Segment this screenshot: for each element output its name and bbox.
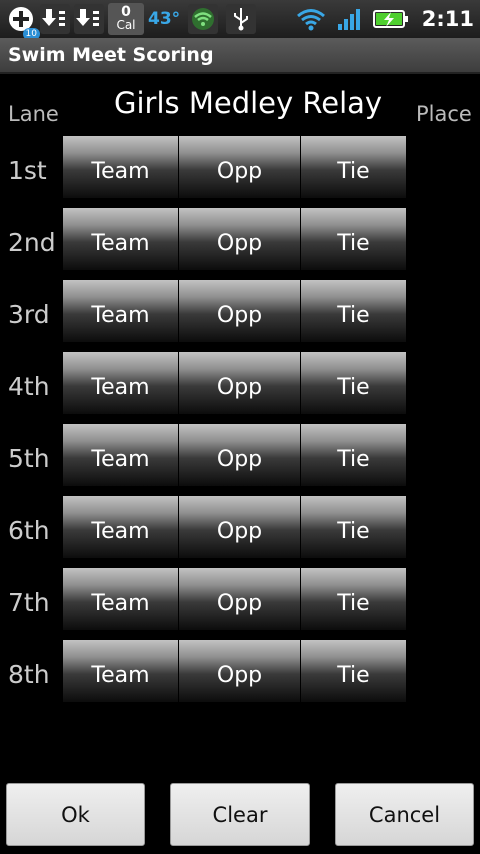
calendar-icon: 0 Cal bbox=[108, 3, 144, 35]
lane-label: 3rd bbox=[8, 300, 50, 329]
lane-label: 2nd bbox=[8, 228, 56, 257]
opp-button[interactable]: Opp bbox=[178, 640, 300, 702]
clear-button[interactable]: Clear bbox=[170, 783, 310, 846]
cancel-button[interactable]: Cancel bbox=[335, 783, 474, 846]
wifi-icon bbox=[296, 4, 326, 34]
lane-label: 4th bbox=[8, 372, 50, 401]
tie-button[interactable]: Tie bbox=[300, 136, 406, 198]
calendar-label: Cal bbox=[116, 18, 136, 32]
place-row-4th: 4th Team Opp Tie bbox=[0, 352, 480, 416]
team-button[interactable]: Team bbox=[62, 424, 178, 486]
opp-button[interactable]: Opp bbox=[178, 496, 300, 558]
lane-label: 8th bbox=[8, 660, 50, 689]
team-button[interactable]: Team bbox=[62, 496, 178, 558]
tie-button[interactable]: Tie bbox=[300, 424, 406, 486]
tie-button[interactable]: Tie bbox=[300, 208, 406, 270]
wifi-hotspot-icon bbox=[188, 4, 219, 34]
place-row-1st: 1st Team Opp Tie bbox=[0, 136, 480, 200]
team-button[interactable]: Team bbox=[62, 352, 178, 414]
add-notification-icon: 10 bbox=[6, 4, 40, 40]
place-row-2nd: 2nd Team Opp Tie bbox=[0, 208, 480, 272]
lane-label: 7th bbox=[8, 588, 50, 617]
lane-label: 5th bbox=[8, 444, 50, 473]
tie-button[interactable]: Tie bbox=[300, 496, 406, 558]
tie-button[interactable]: Tie bbox=[300, 352, 406, 414]
lane-column-header: Lane bbox=[8, 102, 59, 126]
download-icon bbox=[40, 4, 70, 34]
opp-button[interactable]: Opp bbox=[178, 136, 300, 198]
lane-label: 6th bbox=[8, 516, 50, 545]
place-column-header: Place bbox=[416, 102, 472, 126]
team-button[interactable]: Team bbox=[62, 640, 178, 702]
place-row-3rd: 3rd Team Opp Tie bbox=[0, 280, 480, 344]
clock: 2:11 bbox=[421, 7, 474, 31]
place-row-5th: 5th Team Opp Tie bbox=[0, 424, 480, 488]
team-button[interactable]: Team bbox=[62, 568, 178, 630]
team-button[interactable]: Team bbox=[62, 136, 178, 198]
opp-button[interactable]: Opp bbox=[178, 568, 300, 630]
place-row-7th: 7th Team Opp Tie bbox=[0, 568, 480, 632]
tie-button[interactable]: Tie bbox=[300, 568, 406, 630]
team-button[interactable]: Team bbox=[62, 208, 178, 270]
signal-strength-icon bbox=[334, 4, 364, 34]
opp-button[interactable]: Opp bbox=[178, 208, 300, 270]
tie-button[interactable]: Tie bbox=[300, 280, 406, 342]
team-button[interactable]: Team bbox=[62, 280, 178, 342]
event-title: Girls Medley Relay bbox=[114, 86, 383, 120]
tie-button[interactable]: Tie bbox=[300, 640, 406, 702]
app-title: Swim Meet Scoring bbox=[8, 44, 214, 66]
place-row-6th: 6th Team Opp Tie bbox=[0, 496, 480, 560]
usb-icon bbox=[226, 4, 257, 34]
status-bar: 10 0 Cal 43° 2:11 bbox=[0, 0, 480, 40]
ok-button[interactable]: Ok bbox=[6, 783, 145, 846]
battery-charging-icon bbox=[372, 4, 410, 34]
lane-label: 1st bbox=[8, 156, 47, 185]
opp-button[interactable]: Opp bbox=[178, 424, 300, 486]
app-title-bar: Swim Meet Scoring bbox=[0, 38, 480, 74]
place-row-8th: 8th Team Opp Tie bbox=[0, 640, 480, 704]
download-icon bbox=[74, 4, 104, 34]
opp-button[interactable]: Opp bbox=[178, 352, 300, 414]
temperature: 43° bbox=[148, 9, 181, 29]
opp-button[interactable]: Opp bbox=[178, 280, 300, 342]
